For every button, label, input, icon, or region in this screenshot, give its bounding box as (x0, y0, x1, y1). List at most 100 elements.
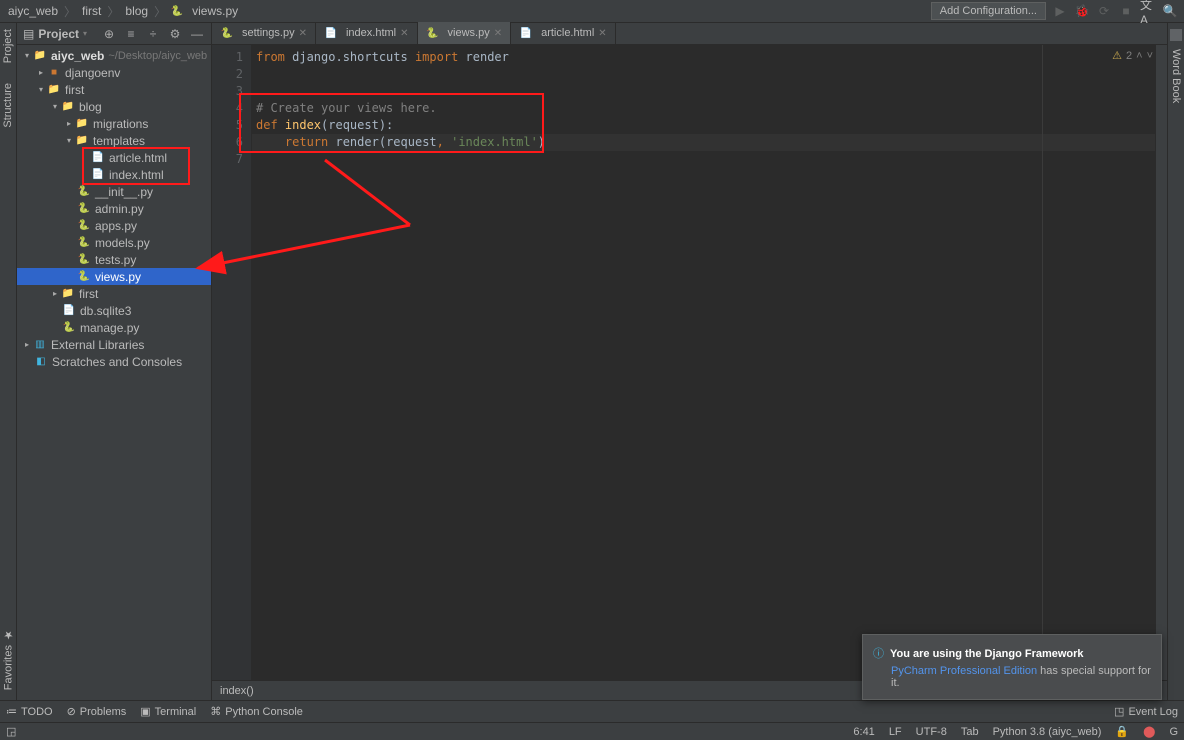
event-log[interactable]: ◳Event Log (1114, 705, 1178, 718)
python-console-tool[interactable]: ⌘Python Console (210, 705, 303, 718)
tree-admin[interactable]: 🐍admin.py (17, 200, 211, 217)
tree-init[interactable]: 🐍__init__.py (17, 183, 211, 200)
code[interactable]: from django.shortcuts import render # Cr… (252, 45, 1155, 680)
chevron-right-icon: 〉 (62, 3, 78, 20)
indent[interactable]: Tab (961, 726, 979, 738)
list-icon: ≔ (6, 705, 17, 718)
tree-first[interactable]: ▾📁first (17, 81, 211, 98)
python-file-icon: 🐍 (77, 219, 91, 233)
warning-icon: ⊘ (67, 705, 76, 718)
folder-icon: ■ (47, 66, 61, 80)
project-tool-tab[interactable]: Project (2, 29, 14, 63)
debug-icon[interactable]: 🐞 (1074, 3, 1090, 19)
breadcrumb-blog[interactable]: blog (123, 4, 150, 18)
tab-views[interactable]: 🐍views.py✕ (418, 22, 512, 44)
tool-window-bar: ≔TODO ⊘Problems ▣Terminal ⌘Python Consol… (0, 700, 1184, 722)
tab-settings[interactable]: 🐍settings.py✕ (212, 22, 316, 44)
chevron-right-icon: 〉 (152, 3, 168, 20)
python-icon: ⌘ (210, 705, 221, 718)
close-icon[interactable]: ✕ (299, 28, 307, 39)
tree-views[interactable]: 🐍views.py (17, 268, 211, 285)
collapse-all-icon[interactable]: ÷ (145, 26, 161, 42)
wordbook-tool-tab[interactable]: Word Book (1170, 49, 1182, 103)
tree-migrations[interactable]: ▸📁migrations (17, 115, 211, 132)
coverage-icon[interactable]: ⟳ (1096, 3, 1112, 19)
breadcrumb-first[interactable]: first (80, 4, 103, 18)
log-icon: ◳ (1114, 705, 1124, 718)
django-framework-popup[interactable]: ⓘYou are using the Django Framework PyCh… (862, 634, 1162, 700)
problems-tool[interactable]: ⊘Problems (67, 705, 127, 718)
search-icon[interactable]: 🔍 (1162, 3, 1178, 19)
tree-blog[interactable]: ▾📁blog (17, 98, 211, 115)
tree-apps[interactable]: 🐍apps.py (17, 217, 211, 234)
panel-title: Project (38, 27, 79, 41)
caret-position[interactable]: 6:41 (853, 726, 874, 738)
locate-icon[interactable]: ⊕ (101, 26, 117, 42)
tree-root[interactable]: ▾📁aiyc_web~/Desktop/aiyc_web (17, 47, 211, 64)
gutter[interactable]: 1234567 (212, 45, 252, 680)
lock-icon[interactable]: 🔒 (1115, 725, 1129, 738)
db-tool-icon[interactable] (1170, 29, 1182, 41)
python-file-icon: 🐍 (77, 185, 91, 199)
editor-area: 🐍settings.py✕ 📄index.html✕ 🐍views.py✕ 📄a… (212, 23, 1167, 700)
folder-icon: 📁 (47, 83, 61, 97)
tree-scratches[interactable]: ◧Scratches and Consoles (17, 353, 211, 370)
tree-manage[interactable]: 🐍manage.py (17, 319, 211, 336)
breadcrumb[interactable]: aiyc_web 〉 first 〉 blog 〉 🐍 views.py (6, 3, 240, 20)
folder-icon: 📁 (61, 287, 75, 301)
tree-external-libs[interactable]: ▸▥External Libraries (17, 336, 211, 353)
info-icon: ⓘ (873, 648, 884, 660)
tree-djangoenv[interactable]: ▸■djangoenv (17, 64, 211, 81)
python-file-icon: 🐍 (426, 26, 440, 40)
project-tree[interactable]: ▾📁aiyc_web~/Desktop/aiyc_web ▸■djangoenv… (17, 45, 211, 700)
html-file-icon: 📄 (519, 26, 533, 40)
project-panel-header: ▤ Project ▾ ⊕ ≡ ÷ ⚙ — (17, 23, 211, 45)
marker-strip[interactable] (1155, 45, 1167, 680)
tool-windows-toggle-icon[interactable]: ◲ (6, 725, 16, 738)
gear-icon[interactable]: ⚙ (167, 26, 183, 42)
tree-article-html[interactable]: 📄article.html (17, 149, 211, 166)
python-file-icon: 🐍 (77, 253, 91, 267)
expand-all-icon[interactable]: ≡ (123, 26, 139, 42)
run-icon[interactable]: ▶ (1052, 3, 1068, 19)
html-file-icon: 📄 (91, 168, 105, 182)
google-icon[interactable]: G (1169, 726, 1178, 738)
encoding[interactable]: UTF-8 (916, 726, 947, 738)
editor-tabs: 🐍settings.py✕ 📄index.html✕ 🐍views.py✕ 📄a… (212, 23, 1167, 45)
tree-db[interactable]: 📄db.sqlite3 (17, 302, 211, 319)
close-icon[interactable]: ✕ (598, 28, 606, 39)
line-ending[interactable]: LF (889, 726, 902, 738)
todo-tool[interactable]: ≔TODO (6, 705, 53, 718)
terminal-tool[interactable]: ▣Terminal (140, 705, 196, 718)
structure-tool-tab[interactable]: Structure (2, 83, 14, 128)
html-file-icon: 📄 (324, 26, 338, 40)
python-file-icon: 🐍 (77, 202, 91, 216)
close-icon[interactable]: ✕ (494, 28, 502, 39)
tree-models[interactable]: 🐍models.py (17, 234, 211, 251)
pycharm-pro-link[interactable]: PyCharm Professional Edition (891, 665, 1037, 677)
tab-index[interactable]: 📄index.html✕ (316, 22, 418, 44)
python-file-icon: 🐍 (220, 26, 234, 40)
stop-icon[interactable]: ■ (1118, 3, 1134, 19)
close-icon[interactable]: ✕ (400, 28, 408, 39)
scratches-icon: ◧ (34, 355, 48, 369)
tree-templates[interactable]: ▾📁templates (17, 132, 211, 149)
breadcrumb-root[interactable]: aiyc_web (6, 4, 60, 18)
html-file-icon: 📄 (91, 151, 105, 165)
tree-tests[interactable]: 🐍tests.py (17, 251, 211, 268)
project-view-icon[interactable]: ▤ (23, 27, 34, 41)
translate-icon[interactable]: 文A (1140, 3, 1156, 19)
python-file-icon: 🐍 (170, 4, 184, 18)
project-panel: ▤ Project ▾ ⊕ ≡ ÷ ⚙ — ▾📁aiyc_web~/Deskto… (17, 23, 212, 700)
breadcrumb-file[interactable]: views.py (190, 4, 240, 18)
add-configuration-button[interactable]: Add Configuration... (931, 2, 1046, 20)
hide-icon[interactable]: — (189, 26, 205, 42)
interpreter[interactable]: Python 3.8 (aiyc_web) (993, 726, 1102, 738)
tab-article[interactable]: 📄article.html✕ (511, 22, 616, 44)
tree-first-inner[interactable]: ▸📁first (17, 285, 211, 302)
tree-index-html[interactable]: 📄index.html (17, 166, 211, 183)
favorites-tool-tab[interactable]: Favorites ★ (2, 628, 15, 690)
editor-body[interactable]: 1234567 from django.shortcuts import ren… (212, 45, 1167, 680)
folder-icon: 📁 (75, 117, 89, 131)
translate-status-icon[interactable]: ⬤ (1143, 725, 1155, 738)
